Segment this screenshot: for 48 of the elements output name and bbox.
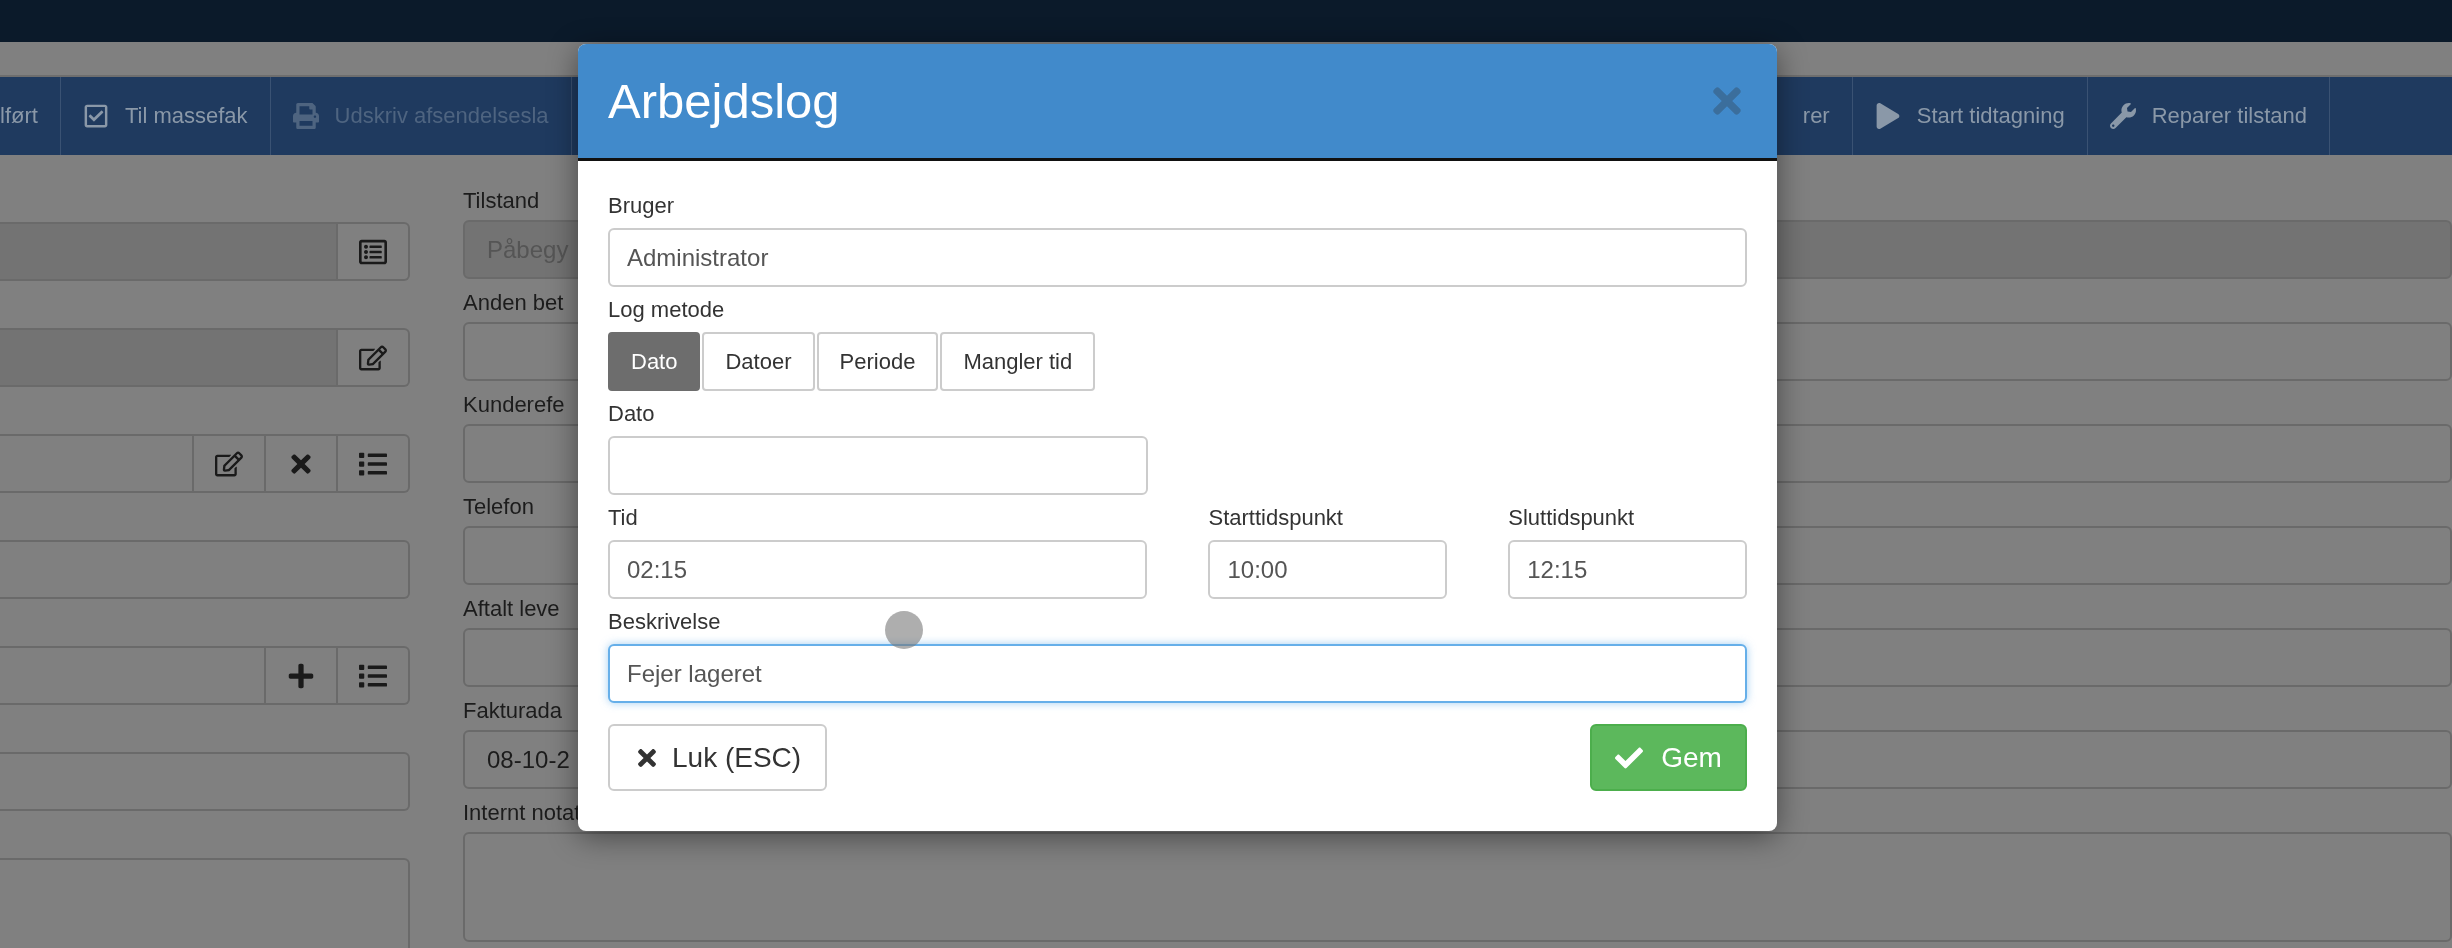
field-label: Telefon [463,494,534,520]
addon-button[interactable] [338,328,410,387]
field-label: Beskrivelse [608,609,721,636]
field-label: Aftalt leve [463,596,560,622]
start-time-field[interactable]: 10:00 [1208,540,1448,599]
addon-button[interactable] [338,434,410,493]
addon-button[interactable] [338,646,410,705]
date-field[interactable] [608,436,1148,495]
edit-icon [359,343,387,372]
text-area[interactable] [463,832,2452,942]
field-label: Kunderefe [463,392,565,418]
addon-button[interactable] [266,646,338,705]
field-label: Sluttidspunkt [1508,505,1635,532]
plus-icon [287,661,315,690]
method-button[interactable]: Dato [608,332,701,391]
field-label: Anden bet [463,290,564,316]
toolbar-button[interactable]: rer [1780,77,1853,155]
wrench-icon [2109,103,2136,129]
field-label: Tid [608,505,638,532]
edit-icon [215,449,243,478]
field-label: Dato [608,401,655,428]
close-button[interactable]: Luk (ESC) [608,724,828,791]
addon-button[interactable] [338,222,410,281]
toolbar-button[interactable]: Start tidtagning [1852,77,2088,155]
user-field[interactable]: Administrator [608,228,1747,287]
pointer-indicator [885,611,923,649]
checkbox-icon [82,103,109,129]
method-button[interactable]: Mangler tid [940,332,1096,391]
list-icon [359,237,387,266]
toolbar-button[interactable]: Reparer tilstand [2087,77,2330,155]
description-field[interactable]: Fejer lageret [608,644,1747,703]
method-button[interactable]: Datoer [702,332,815,391]
field-label: Fakturada [463,698,563,724]
addon-button[interactable] [266,434,338,493]
end-time-field[interactable]: 12:15 [1508,540,1747,599]
field-label: Tilstand [463,188,540,214]
field-label: Starttidspunkt [1208,505,1343,532]
method-button[interactable]: Periode [816,332,939,391]
field-label: Bruger [608,193,675,220]
time-field[interactable]: 02:15 [608,540,1148,599]
play-icon [1874,103,1901,129]
dialog-title: Arbejdslog [608,73,840,129]
toolbar-button[interactable]: Til massefak [60,77,271,155]
toolbar-button[interactable]: lført [0,77,61,155]
field-label: Log metode [608,297,725,324]
addon-button[interactable] [194,434,266,493]
printer-icon [292,103,319,129]
field-label: Internt notat [463,800,581,826]
